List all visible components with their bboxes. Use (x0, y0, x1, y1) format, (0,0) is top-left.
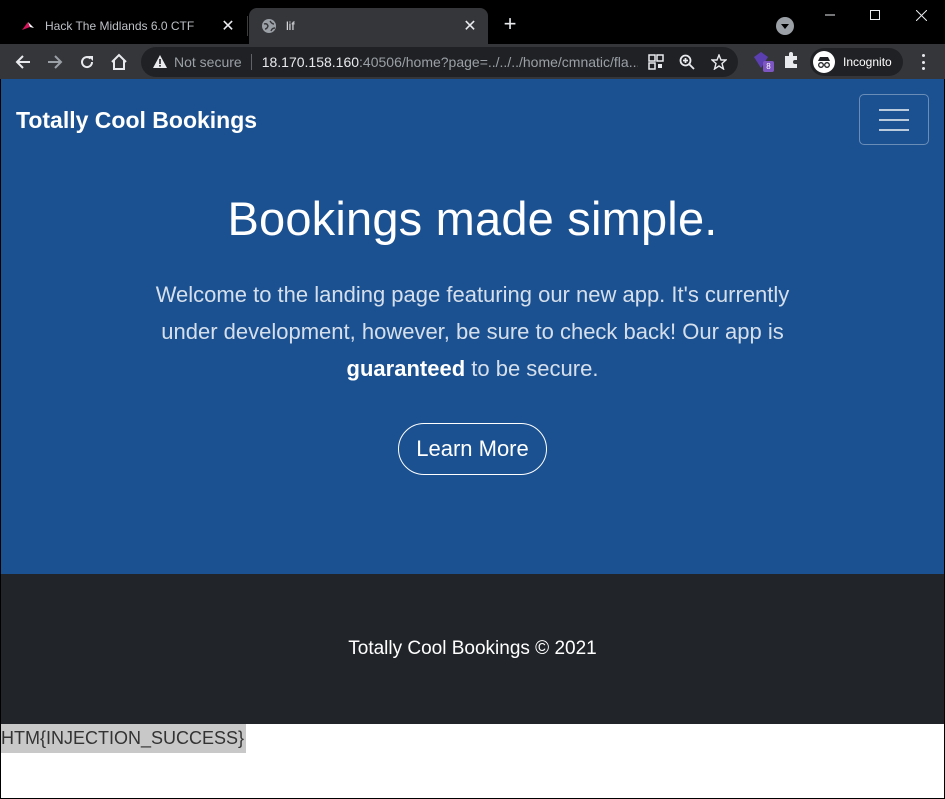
browser-menu-icon[interactable] (913, 52, 933, 72)
new-tab-button[interactable]: + (499, 13, 521, 36)
tab-hack-the-midlands[interactable]: Hack The Midlands 6.0 CTF ✕ (8, 8, 246, 44)
url-text[interactable]: 18.170.158.160:40506/home?page=../../../… (262, 54, 638, 70)
site-brand[interactable]: Totally Cool Bookings (16, 107, 257, 134)
close-icon[interactable]: ✕ (460, 16, 480, 36)
incognito-profile-button[interactable]: Incognito (810, 48, 903, 76)
extension-button[interactable]: 8 (751, 50, 774, 72)
globe-icon (262, 19, 276, 33)
tab-title: lif (286, 19, 295, 33)
close-window-button[interactable] (898, 0, 944, 30)
url-host: 18.170.158.160 (261, 54, 360, 70)
navbar-toggle-button[interactable] (859, 94, 929, 145)
hamburger-icon-line (879, 118, 909, 121)
hero-lead: Welcome to the landing page featuring ou… (153, 276, 793, 387)
home-icon (111, 53, 127, 70)
hero-lead-text: Welcome to the landing page featuring ou… (155, 282, 790, 344)
omnibox-divider (250, 54, 252, 70)
page-viewport: Totally Cool Bookings Bookings made simp… (1, 79, 944, 798)
incognito-icon (813, 51, 835, 73)
reload-icon (81, 56, 94, 69)
tab-search-icon[interactable] (776, 17, 794, 35)
site-navbar: Totally Cool Bookings (1, 79, 944, 161)
zoom-icon[interactable] (679, 54, 695, 70)
ctf-favicon-icon (22, 22, 34, 30)
injected-flag-text: HTM{INJECTION_SUCCESS} (1, 724, 247, 753)
close-icon (915, 9, 927, 21)
arrow-right-icon (48, 55, 63, 69)
extension-badge: 8 (763, 61, 774, 72)
minimize-icon (825, 14, 835, 16)
maximize-icon (870, 10, 880, 20)
browser-toolbar: Not secure 18.170.158.160:40506/home?pag… (0, 44, 945, 79)
learn-more-button[interactable]: Learn More (398, 423, 547, 475)
hamburger-icon-line (879, 108, 909, 111)
tab-divider (247, 16, 248, 36)
close-icon[interactable]: ✕ (218, 16, 238, 36)
hero-section: Bookings made simple. Welcome to the lan… (1, 161, 944, 574)
home-button[interactable] (105, 48, 133, 76)
hero-lead-emphasis: guaranteed (346, 356, 466, 381)
arrow-left-icon (15, 55, 30, 69)
hero-title: Bookings made simple. (227, 192, 718, 245)
site-footer: Totally Cool Bookings © 2021 (1, 574, 944, 724)
minimize-button[interactable] (807, 0, 853, 30)
address-bar[interactable]: Not secure 18.170.158.160:40506/home?pag… (141, 47, 738, 77)
security-label[interactable]: Not secure (174, 54, 242, 70)
tab-lif[interactable]: lif ✕ (249, 8, 488, 44)
bookmark-star-icon[interactable] (711, 54, 727, 70)
hero-lead-text-end: to be secure. (465, 356, 599, 381)
extensions-menu-button[interactable] (781, 50, 803, 72)
footer-copyright: Totally Cool Bookings © 2021 (348, 638, 597, 659)
warning-icon (153, 55, 167, 68)
tab-strip: Hack The Midlands 6.0 CTF ✕ lif ✕ + (0, 0, 945, 44)
tab-title: Hack The Midlands 6.0 CTF (45, 19, 195, 33)
maximize-button[interactable] (852, 0, 898, 30)
hamburger-icon-line (879, 128, 909, 131)
forward-button[interactable] (41, 48, 69, 76)
url-path: :40506/home?page=../../../home/cmnatic/f… (359, 54, 638, 70)
qr-code-icon[interactable] (648, 54, 664, 70)
profile-label: Incognito (843, 55, 892, 69)
puzzle-icon (785, 52, 797, 68)
reload-button[interactable] (73, 48, 101, 76)
back-button[interactable] (9, 48, 37, 76)
